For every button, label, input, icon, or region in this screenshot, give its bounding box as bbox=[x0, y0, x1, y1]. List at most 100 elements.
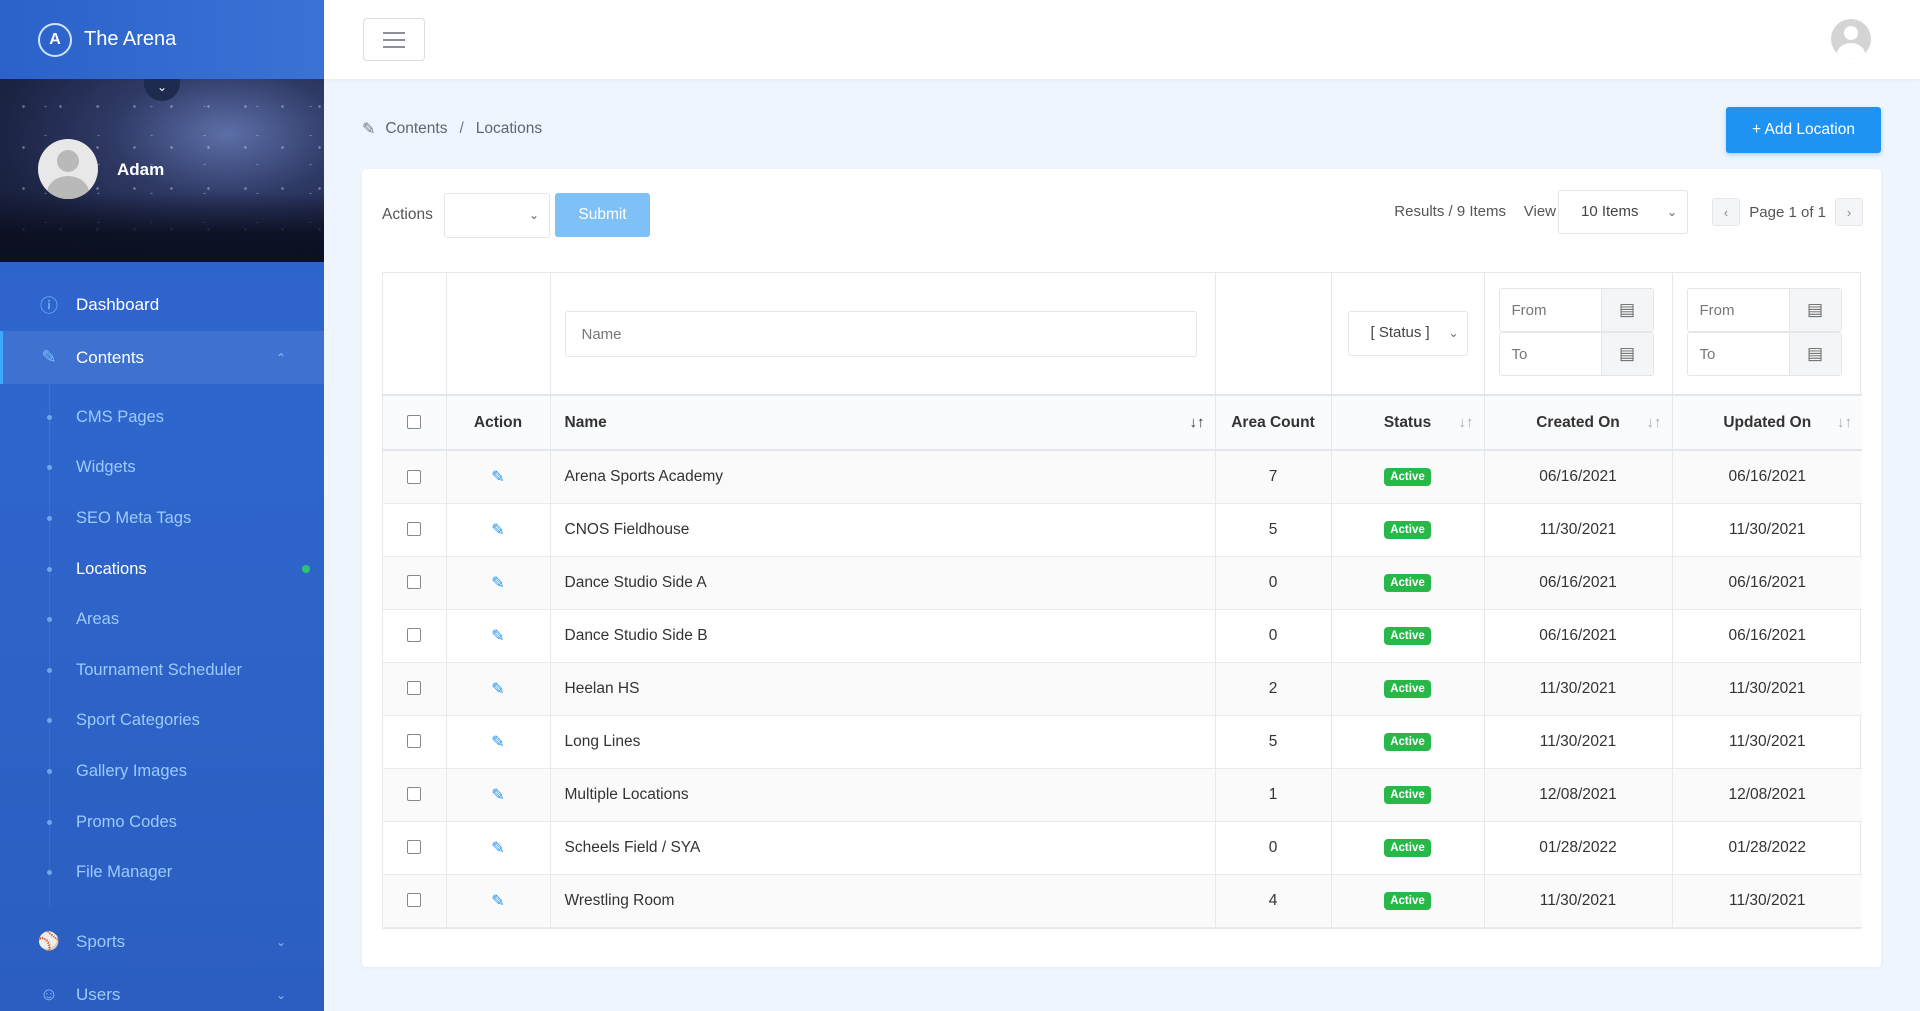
row-checkbox[interactable] bbox=[407, 628, 422, 643]
sidebar-subitem-widgets[interactable]: Widgets bbox=[0, 443, 324, 494]
updated-from-input[interactable]: From ▤ bbox=[1686, 288, 1842, 332]
sidebar-subitem-file-manager[interactable]: File Manager bbox=[0, 847, 324, 898]
row-updated-on: 06/16/2021 bbox=[1672, 450, 1862, 504]
sidebar-subitem-locations[interactable]: Locations bbox=[0, 544, 324, 595]
row-checkbox[interactable] bbox=[407, 787, 422, 802]
sidebar-subitem-promo-codes[interactable]: Promo Codes bbox=[0, 797, 324, 848]
breadcrumb-root[interactable]: Contents bbox=[385, 120, 447, 138]
row-checkbox[interactable] bbox=[407, 469, 422, 484]
sidebar-subitem-seo-meta-tags[interactable]: SEO Meta Tags bbox=[0, 493, 324, 544]
row-name: Long Lines bbox=[550, 715, 1216, 769]
status-badge: Active bbox=[1384, 786, 1431, 804]
menu-toggle-button[interactable] bbox=[363, 18, 425, 61]
sidebar-item-sports[interactable]: ⚾ Sports ⌄ bbox=[0, 915, 324, 968]
edit-icon[interactable]: ✎ bbox=[491, 575, 504, 592]
row-checkbox[interactable] bbox=[407, 893, 422, 908]
row-select-cell bbox=[383, 715, 447, 769]
sidebar-nav-bottom: ⚾ Sports ⌄ ☺ Users ⌄ bbox=[0, 915, 324, 1011]
status-badge: Active bbox=[1384, 839, 1431, 857]
created-to-input[interactable]: To ▤ bbox=[1498, 332, 1654, 376]
row-select-cell bbox=[383, 609, 447, 663]
name-filter-input[interactable]: Name bbox=[564, 310, 1197, 357]
items-per-page-select[interactable]: 10 Items ⌄ bbox=[1558, 190, 1688, 234]
sort-icon[interactable]: ↓↑ bbox=[1190, 414, 1205, 431]
row-status-cell: Active bbox=[1331, 556, 1485, 610]
row-created-on: 06/16/2021 bbox=[1484, 450, 1673, 504]
table-row: ✎ Dance Studio Side B 0 Active 06/16/202… bbox=[383, 609, 1862, 663]
sidebar-item-contents[interactable]: ✎ Contents ⌃ bbox=[0, 331, 324, 384]
row-name: Dance Studio Side B bbox=[550, 609, 1216, 663]
name-header[interactable]: Name ↓↑ bbox=[550, 395, 1216, 451]
calendar-icon[interactable]: ▤ bbox=[1788, 333, 1841, 375]
updated-from-placeholder: From bbox=[1699, 302, 1735, 319]
logo-icon: A bbox=[38, 22, 72, 57]
edit-icon[interactable]: ✎ bbox=[491, 893, 504, 910]
row-action-cell: ✎ bbox=[446, 821, 551, 875]
chevron-down-icon: ⌄ bbox=[275, 987, 286, 1002]
sidebar-subitem-cms-pages[interactable]: CMS Pages bbox=[0, 392, 324, 443]
info-icon: ⓘ bbox=[40, 295, 58, 316]
row-area-count: 1 bbox=[1215, 768, 1332, 822]
row-created-on: 01/28/2022 bbox=[1484, 821, 1673, 875]
calendar-icon[interactable]: ▤ bbox=[1788, 289, 1841, 331]
edit-icon[interactable]: ✎ bbox=[491, 522, 504, 539]
edit-icon[interactable]: ✎ bbox=[491, 681, 504, 698]
status-header-label: Status bbox=[1383, 413, 1432, 431]
row-status-cell: Active bbox=[1331, 450, 1485, 504]
row-checkbox[interactable] bbox=[407, 840, 422, 855]
calendar-icon[interactable]: ▤ bbox=[1600, 289, 1653, 331]
row-name: Scheels Field / SYA bbox=[550, 821, 1216, 875]
updated-to-placeholder: To bbox=[1699, 346, 1716, 363]
submit-button[interactable]: Submit bbox=[555, 193, 650, 237]
updated-on-header[interactable]: Updated On ↓↑ bbox=[1672, 395, 1862, 451]
created-from-placeholder: From bbox=[1511, 302, 1547, 319]
sort-icon[interactable]: ↓↑ bbox=[1837, 414, 1852, 431]
sort-icon[interactable]: ↓↑ bbox=[1647, 414, 1662, 431]
row-checkbox[interactable] bbox=[407, 681, 422, 696]
row-checkbox[interactable] bbox=[407, 734, 422, 749]
sidebar-subitem-tournament-scheduler[interactable]: Tournament Scheduler bbox=[0, 645, 324, 696]
sidebar-subitem-sport-categories[interactable]: Sport Categories bbox=[0, 696, 324, 747]
select-all-checkbox[interactable] bbox=[407, 415, 422, 430]
row-checkbox[interactable] bbox=[407, 575, 422, 590]
row-area-count: 0 bbox=[1215, 556, 1332, 610]
sidebar-item-dashboard[interactable]: ⓘ Dashboard bbox=[0, 278, 324, 331]
actions-select[interactable]: ⌄ bbox=[444, 193, 550, 238]
edit-icon[interactable]: ✎ bbox=[491, 840, 504, 857]
breadcrumb: ✎ Contents / Locations bbox=[362, 119, 542, 139]
sort-icon[interactable]: ↓↑ bbox=[1459, 414, 1474, 431]
results-count: Results / 9 Items bbox=[1394, 203, 1506, 220]
next-page-button[interactable]: › bbox=[1835, 198, 1863, 226]
add-location-button[interactable]: + Add Location bbox=[1726, 107, 1881, 153]
edit-icon[interactable]: ✎ bbox=[491, 787, 504, 804]
chevron-down-icon: ⌄ bbox=[275, 934, 286, 949]
brand[interactable]: A The Arena bbox=[0, 0, 324, 79]
view-label: View bbox=[1523, 203, 1556, 220]
created-on-header[interactable]: Created On ↓↑ bbox=[1484, 395, 1673, 451]
status-filter-select[interactable]: [ Status ] ⌄ bbox=[1347, 311, 1468, 356]
row-area-count: 2 bbox=[1215, 662, 1332, 716]
row-checkbox[interactable] bbox=[407, 522, 422, 537]
sidebar-subitem-gallery-images[interactable]: Gallery Images bbox=[0, 746, 324, 797]
row-action-cell: ✎ bbox=[446, 609, 551, 663]
edit-icon[interactable]: ✎ bbox=[491, 469, 504, 486]
row-select-cell bbox=[383, 662, 447, 716]
items-per-page-value: 10 Items bbox=[1581, 203, 1639, 220]
updated-to-input[interactable]: To ▤ bbox=[1686, 332, 1842, 376]
filter-cell bbox=[446, 273, 551, 396]
row-action-cell: ✎ bbox=[446, 556, 551, 610]
calendar-icon[interactable]: ▤ bbox=[1600, 333, 1653, 375]
edit-icon[interactable]: ✎ bbox=[491, 734, 504, 751]
sidebar-subitem-areas[interactable]: Areas bbox=[0, 594, 324, 645]
sidebar-item-users[interactable]: ☺ Users ⌄ bbox=[0, 968, 324, 1011]
status-header[interactable]: Status ↓↑ bbox=[1331, 395, 1485, 451]
created-from-input[interactable]: From ▤ bbox=[1498, 288, 1654, 332]
row-action-cell: ✎ bbox=[446, 715, 551, 769]
avatar[interactable] bbox=[1831, 19, 1871, 59]
row-updated-on: 11/30/2021 bbox=[1672, 662, 1862, 716]
prev-page-button[interactable]: ‹ bbox=[1712, 198, 1740, 226]
row-updated-on: 01/28/2022 bbox=[1672, 821, 1862, 875]
row-area-count: 7 bbox=[1215, 450, 1332, 504]
edit-icon[interactable]: ✎ bbox=[491, 628, 504, 645]
avatar[interactable] bbox=[38, 139, 98, 199]
